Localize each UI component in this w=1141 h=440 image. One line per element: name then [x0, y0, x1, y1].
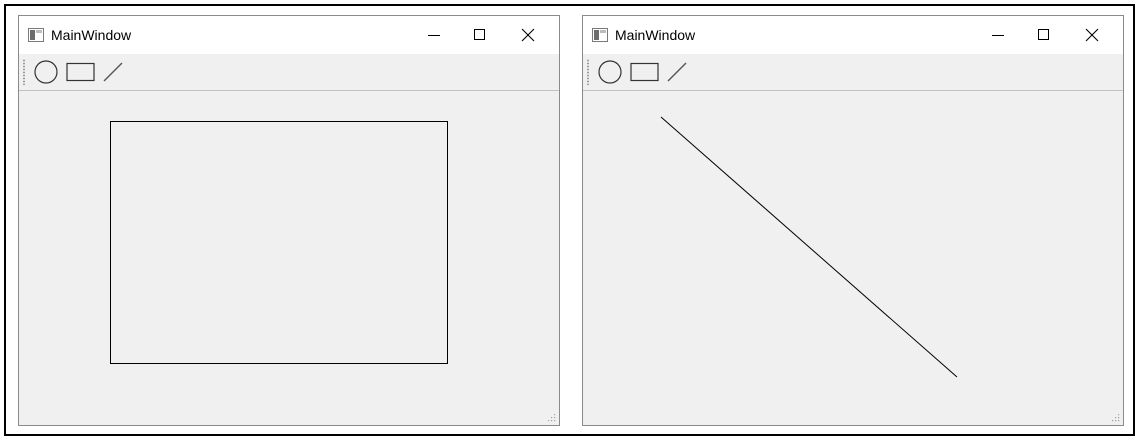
canvas-drawing: [110, 121, 448, 364]
canvas-drawing: [660, 116, 958, 378]
ellipse-tool-button[interactable]: [33, 60, 59, 84]
resize-grip-icon[interactable]: [1112, 414, 1120, 422]
window-title: MainWindow: [51, 27, 132, 43]
minimize-icon: [992, 35, 1004, 36]
drawn-line: [660, 116, 958, 378]
maximize-button[interactable]: [457, 16, 503, 54]
close-icon: [1085, 28, 1099, 42]
title-bar[interactable]: MainWindow: [19, 16, 559, 54]
drawn-rectangle: [110, 121, 448, 364]
close-button[interactable]: [505, 16, 551, 54]
main-window-1: MainWindow: [18, 15, 560, 426]
resize-grip-icon[interactable]: [548, 414, 556, 422]
toolbar-grip[interactable]: [587, 59, 589, 85]
maximize-icon: [474, 29, 485, 40]
minimize-button[interactable]: [975, 16, 1021, 54]
minimize-button[interactable]: [411, 16, 457, 54]
rectangle-tool-button[interactable]: [66, 60, 96, 84]
main-window-2: MainWindow: [582, 15, 1124, 426]
line-tool-button[interactable]: [101, 60, 125, 84]
toolbar: [583, 54, 1123, 90]
window-title: MainWindow: [615, 27, 696, 43]
maximize-button[interactable]: [1021, 16, 1067, 54]
toolbar-grip[interactable]: [23, 59, 25, 85]
maximize-icon: [1038, 29, 1049, 40]
app-icon: [592, 28, 608, 42]
close-button[interactable]: [1069, 16, 1115, 54]
ellipse-tool-button[interactable]: [597, 60, 623, 84]
close-icon: [521, 28, 535, 42]
toolbar: [19, 54, 559, 90]
minimize-icon: [428, 35, 440, 36]
drawing-canvas[interactable]: [583, 91, 1123, 425]
line-tool-button[interactable]: [665, 60, 689, 84]
app-icon: [28, 28, 44, 42]
drawing-canvas[interactable]: [19, 91, 559, 425]
rectangle-tool-button[interactable]: [630, 60, 660, 84]
title-bar[interactable]: MainWindow: [583, 16, 1123, 54]
